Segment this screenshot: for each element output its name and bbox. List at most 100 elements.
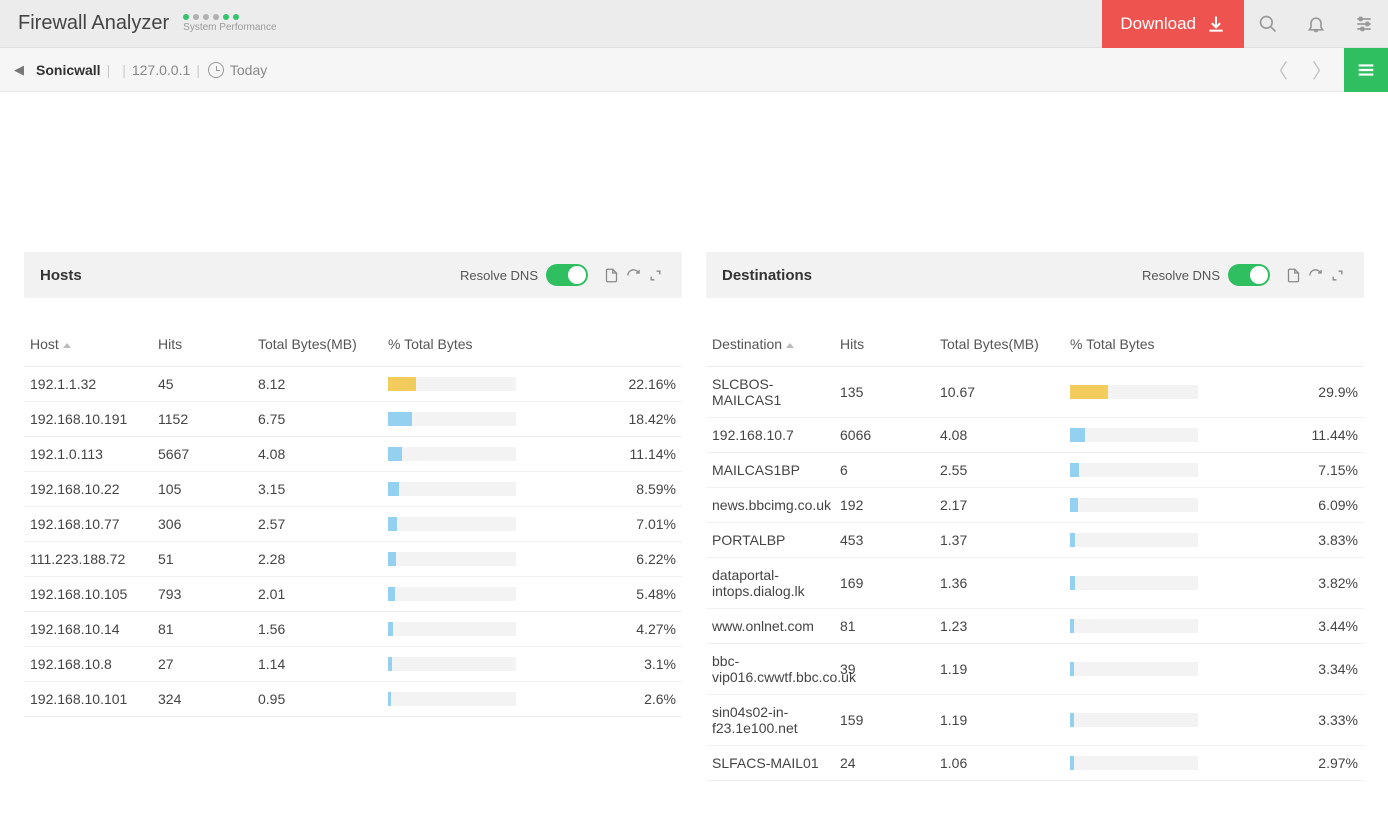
nav-prev[interactable]: 〈 — [1256, 48, 1300, 92]
notifications-button[interactable] — [1292, 0, 1340, 48]
refresh-button[interactable] — [1304, 268, 1326, 283]
cell-hits: 793 — [152, 577, 252, 612]
cell-hits: 51 — [152, 542, 252, 577]
cell-bar — [1064, 418, 1204, 453]
table-row[interactable]: 192.168.10.14811.564.27% — [24, 612, 682, 647]
system-performance-label: System Performance — [183, 22, 276, 33]
breadcrumb-bar: ◀ Sonicwall | | 127.0.0.1 | Today 〈 〉 — [0, 48, 1388, 92]
cell-bar — [1064, 746, 1204, 781]
cell-bar — [1064, 558, 1204, 609]
table-row[interactable]: 192.168.10.19111526.7518.42% — [24, 402, 682, 437]
cell-pct: 4.27% — [522, 612, 682, 647]
destinations-table: Destination Hits Total Bytes(MB) % Total… — [706, 326, 1364, 781]
col-hits[interactable]: Hits — [834, 326, 934, 367]
resolve-dns-label: Resolve DNS — [460, 268, 538, 283]
performance-dots — [183, 14, 239, 20]
cell-name: bbc-vip016.cwwtf.bbc.co.uk — [706, 644, 834, 695]
table-row[interactable]: sin04s02-in-f23.1e100.net1591.193.33% — [706, 695, 1364, 746]
col-pct[interactable]: % Total Bytes — [382, 326, 682, 367]
cell-hits: 45 — [152, 367, 252, 402]
table-row[interactable]: bbc-vip016.cwwtf.bbc.co.uk391.193.34% — [706, 644, 1364, 695]
export-pdf-button[interactable] — [1282, 268, 1304, 283]
table-row[interactable]: 192.1.0.11356674.0811.14% — [24, 437, 682, 472]
table-row[interactable]: 192.1.1.32458.1222.16% — [24, 367, 682, 402]
resolve-dns-toggle[interactable] — [1228, 264, 1270, 286]
cell-bar — [1064, 644, 1204, 695]
download-label: Download — [1120, 14, 1196, 34]
table-row[interactable]: 192.168.10.773062.577.01% — [24, 507, 682, 542]
brand-title: Firewall Analyzer — [18, 12, 169, 35]
col-pct[interactable]: % Total Bytes — [1064, 326, 1364, 367]
cell-bytes: 1.19 — [934, 644, 1064, 695]
table-row[interactable]: dataportal-intops.dialog.lk1691.363.82% — [706, 558, 1364, 609]
resolve-dns-label: Resolve DNS — [1142, 268, 1220, 283]
cell-name: dataportal-intops.dialog.lk — [706, 558, 834, 609]
cell-pct: 2.6% — [522, 682, 682, 717]
table-row[interactable]: 111.223.188.72512.286.22% — [24, 542, 682, 577]
table-row[interactable]: MAILCAS1BP62.557.15% — [706, 453, 1364, 488]
hosts-table: Host Hits Total Bytes(MB) % Total Bytes … — [24, 326, 682, 717]
cell-hits: 81 — [834, 609, 934, 644]
cell-bytes: 4.08 — [252, 437, 382, 472]
cell-bar — [382, 402, 522, 437]
nav-next[interactable]: 〉 — [1300, 48, 1344, 92]
download-button[interactable]: Download — [1102, 0, 1244, 48]
cell-bytes: 1.37 — [934, 523, 1064, 558]
table-row[interactable]: www.onlnet.com811.233.44% — [706, 609, 1364, 644]
cell-bar — [1064, 488, 1204, 523]
cell-bytes: 1.36 — [934, 558, 1064, 609]
col-destination[interactable]: Destination — [706, 326, 834, 367]
cell-name: 192.168.10.101 — [24, 682, 152, 717]
table-row[interactable]: 192.168.10.760664.0811.44% — [706, 418, 1364, 453]
cell-bar — [382, 367, 522, 402]
cell-hits: 39 — [834, 644, 934, 695]
topbar: Firewall Analyzer System Performance Dow… — [0, 0, 1388, 48]
cell-pct: 2.97% — [1204, 746, 1364, 781]
back-button[interactable]: ◀ — [14, 62, 24, 78]
export-pdf-button[interactable] — [600, 268, 622, 283]
settings-button[interactable] — [1340, 0, 1388, 48]
table-row[interactable]: 192.168.10.221053.158.59% — [24, 472, 682, 507]
period-label[interactable]: Today — [230, 62, 267, 78]
table-row[interactable]: 192.168.10.1013240.952.6% — [24, 682, 682, 717]
cell-bar — [382, 437, 522, 472]
table-row[interactable]: news.bbcimg.co.uk1922.176.09% — [706, 488, 1364, 523]
pdf-icon — [1286, 268, 1301, 283]
cell-pct: 29.9% — [1204, 367, 1364, 418]
download-icon — [1206, 14, 1226, 34]
search-button[interactable] — [1244, 0, 1292, 48]
col-host[interactable]: Host — [24, 326, 152, 367]
cell-hits: 135 — [834, 367, 934, 418]
table-row[interactable]: SLCBOS-MAILCAS113510.6729.9% — [706, 367, 1364, 418]
cell-hits: 27 — [152, 647, 252, 682]
cell-bar — [1064, 695, 1204, 746]
col-bytes[interactable]: Total Bytes(MB) — [252, 326, 382, 367]
cell-hits: 6 — [834, 453, 934, 488]
cell-name: MAILCAS1BP — [706, 453, 834, 488]
col-bytes[interactable]: Total Bytes(MB) — [934, 326, 1064, 367]
table-row[interactable]: PORTALBP4531.373.83% — [706, 523, 1364, 558]
col-hits[interactable]: Hits — [152, 326, 252, 367]
cell-name: 192.168.10.22 — [24, 472, 152, 507]
table-row[interactable]: SLFACS-MAIL01241.062.97% — [706, 746, 1364, 781]
expand-button[interactable] — [1326, 269, 1348, 282]
cell-pct: 5.48% — [522, 577, 682, 612]
table-row[interactable]: 192.168.10.8271.143.1% — [24, 647, 682, 682]
cell-bar — [1064, 453, 1204, 488]
expand-button[interactable] — [644, 269, 666, 282]
panel-menu-button[interactable] — [1344, 48, 1388, 92]
cell-pct: 18.42% — [522, 402, 682, 437]
cell-name: SLCBOS-MAILCAS1 — [706, 367, 834, 418]
cell-name: 192.168.10.7 — [706, 418, 834, 453]
resolve-dns-toggle[interactable] — [546, 264, 588, 286]
cell-bar — [382, 542, 522, 577]
expand-icon — [649, 269, 662, 282]
cell-bytes: 4.08 — [934, 418, 1064, 453]
cell-hits: 159 — [834, 695, 934, 746]
table-row[interactable]: 192.168.10.1057932.015.48% — [24, 577, 682, 612]
cell-hits: 1152 — [152, 402, 252, 437]
refresh-button[interactable] — [622, 268, 644, 283]
system-performance[interactable]: System Performance — [183, 14, 276, 33]
cell-pct: 3.82% — [1204, 558, 1364, 609]
cell-name: www.onlnet.com — [706, 609, 834, 644]
